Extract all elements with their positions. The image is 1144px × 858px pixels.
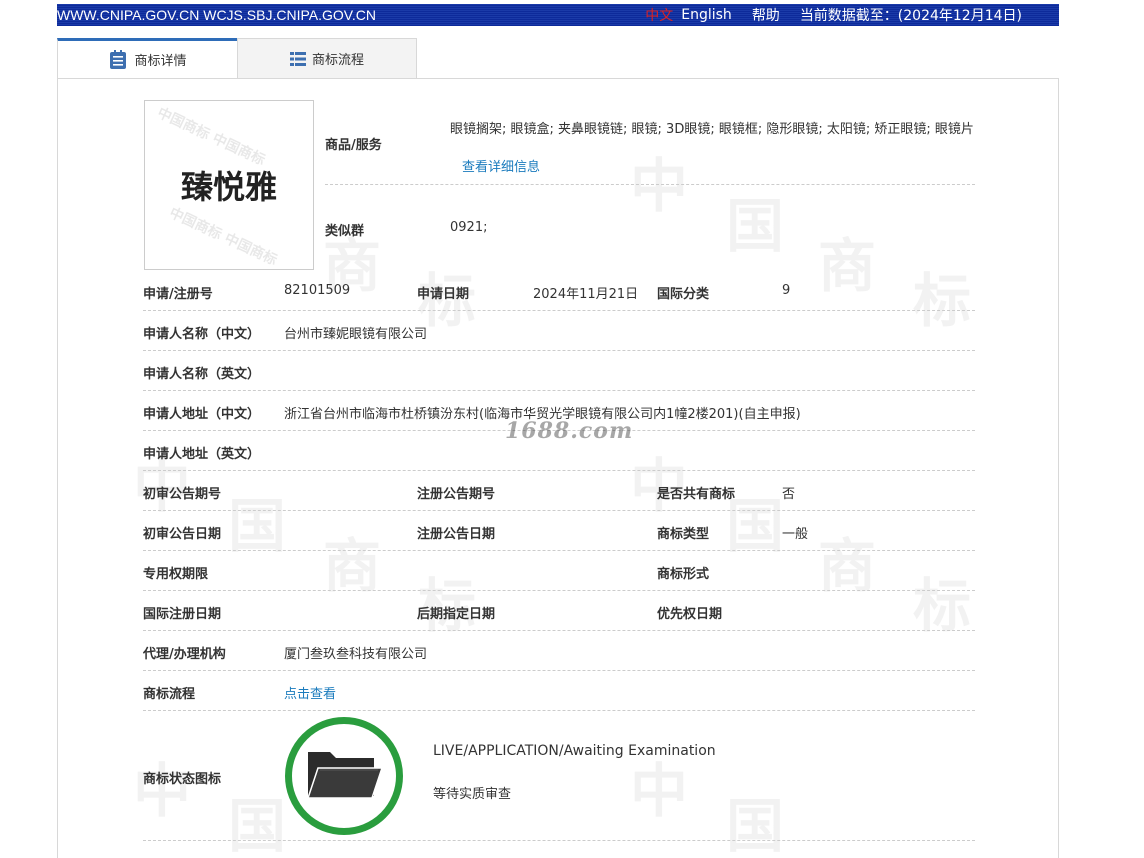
- shared-value: 否: [782, 487, 796, 502]
- prelim-pub-no-label: 初审公告期号: [143, 487, 222, 502]
- trademark-text: 臻悦雅: [180, 168, 277, 206]
- table-row: 初审公告日期 注册公告日期 商标类型 一般: [143, 511, 975, 551]
- lang-en-link[interactable]: English: [681, 7, 732, 23]
- intl-class-label: 国际分类: [657, 287, 710, 302]
- tm-type-label: 商标类型: [657, 527, 710, 542]
- table-row: 申请人名称（英文）: [143, 351, 975, 391]
- shared-label: 是否共有商标: [657, 487, 736, 502]
- agent-label: 代理/办理机构: [143, 647, 226, 662]
- app-date-value: 2024年11月21日: [533, 287, 639, 302]
- view-process-link[interactable]: 点击查看: [284, 683, 336, 702]
- intl-reg-date-label: 国际注册日期: [143, 607, 222, 622]
- status-text-en: LIVE/APPLICATION/Awaiting Examination: [433, 743, 716, 759]
- tab-label: 商标流程: [311, 53, 364, 68]
- status-ring: [285, 717, 403, 835]
- table-row: 商标流程 点击查看: [143, 671, 975, 711]
- list-icon: [289, 51, 306, 67]
- folder-icon: [304, 746, 384, 806]
- tab-bar: 商标详情 商标流程: [57, 38, 417, 78]
- details-panel: 中 国 商 标 商 标 中 国 商 标 中 国 商 标 中 国 中 国 中国商标…: [57, 78, 1059, 858]
- process-label: 商标流程: [143, 687, 196, 702]
- watermark-stamp: 中国商标 中国商标: [166, 204, 280, 269]
- top-banner-links: 中文 English 帮助 当前数据截至：(2024年12月14日): [645, 4, 1022, 26]
- goods-services-list: 眼镜搁架; 眼镜盒; 夹鼻眼镜链; 眼镜; 3D眼镜; 眼镜框; 隐形眼镜; 太…: [450, 122, 974, 137]
- site-watermark: 1688.com: [505, 418, 634, 444]
- reg-no-value: 82101509: [284, 283, 351, 298]
- reg-no-label: 申请/注册号: [143, 287, 213, 302]
- tab-trademark-process[interactable]: 商标流程: [237, 38, 417, 78]
- similar-group-value: 0921;: [450, 220, 488, 235]
- later-designation-label: 后期指定日期: [417, 607, 496, 622]
- table-row: 初审公告期号 注册公告期号 是否共有商标 否: [143, 471, 975, 511]
- tab-trademark-details[interactable]: 商标详情: [57, 38, 237, 78]
- prelim-pub-date-label: 初审公告日期: [143, 527, 222, 542]
- table-row: 申请人名称（中文） 台州市臻妮眼镜有限公司: [143, 311, 975, 351]
- top-banner: WWW.CNIPA.GOV.CN WCJS.SBJ.CNIPA.GOV.CN 中…: [57, 4, 1059, 26]
- status-icon-label: 商标状态图标: [143, 772, 222, 787]
- applicant-en-label: 申请人名称（英文）: [143, 367, 261, 382]
- status-text-cn: 等待实质审查: [433, 787, 512, 802]
- tab-label: 商标详情: [134, 54, 187, 69]
- table-row: 申请/注册号 82101509 申请日期 2024年11月21日 国际分类 9: [143, 271, 975, 311]
- tm-type-value: 一般: [782, 527, 809, 542]
- address-en-label: 申请人地址（英文）: [143, 447, 261, 462]
- agent-value: 厦门叁玖叁科技有限公司: [284, 647, 428, 662]
- details-rows: 申请/注册号 82101509 申请日期 2024年11月21日 国际分类 9 …: [143, 271, 975, 841]
- trademark-image: 中国商标 中国商标 中国商标 中国商标 臻悦雅: [144, 100, 314, 270]
- view-details-link[interactable]: 查看详细信息: [462, 160, 540, 175]
- applicant-cn-value: 台州市臻妮眼镜有限公司: [284, 327, 428, 342]
- data-as-of: 当前数据截至：(2024年12月14日): [799, 8, 1022, 24]
- tm-form-label: 商标形式: [657, 567, 710, 582]
- table-row: 专用权期限 商标形式: [143, 551, 975, 591]
- applicant-cn-label: 申请人名称（中文）: [143, 327, 261, 342]
- table-row: 国际注册日期 后期指定日期 优先权日期: [143, 591, 975, 631]
- app-date-label: 申请日期: [417, 287, 470, 302]
- exclusive-period-label: 专用权期限: [143, 567, 209, 582]
- status-row: 商标状态图标 LIVE/APPLICATION/Awaiting Examina…: [143, 711, 975, 841]
- goods-services-section: 商品/服务 眼镜搁架; 眼镜盒; 夹鼻眼镜链; 眼镜; 3D眼镜; 眼镜框; 隐…: [325, 99, 975, 185]
- watermark-stamp: 中国商标 中国商标: [154, 104, 268, 169]
- similar-group-section: 类似群 0921;: [325, 185, 975, 271]
- reg-pub-no-label: 注册公告期号: [417, 487, 496, 502]
- lang-cn-link[interactable]: 中文: [645, 5, 673, 25]
- goods-services-value: 眼镜搁架; 眼镜盒; 夹鼻眼镜链; 眼镜; 3D眼镜; 眼镜框; 隐形眼镜; 太…: [450, 111, 975, 187]
- table-row: 代理/办理机构 厦门叁玖叁科技有限公司: [143, 631, 975, 671]
- reg-pub-date-label: 注册公告日期: [417, 527, 496, 542]
- site-domains: WWW.CNIPA.GOV.CN WCJS.SBJ.CNIPA.GOV.CN: [57, 7, 376, 23]
- address-cn-label: 申请人地址（中文）: [143, 407, 261, 422]
- help-link[interactable]: 帮助: [752, 5, 780, 25]
- intl-class-value: 9: [782, 283, 791, 298]
- goods-services-label: 商品/服务: [325, 138, 382, 153]
- similar-group-label: 类似群: [325, 224, 365, 239]
- priority-date-label: 优先权日期: [657, 607, 723, 622]
- document-icon: [108, 49, 128, 70]
